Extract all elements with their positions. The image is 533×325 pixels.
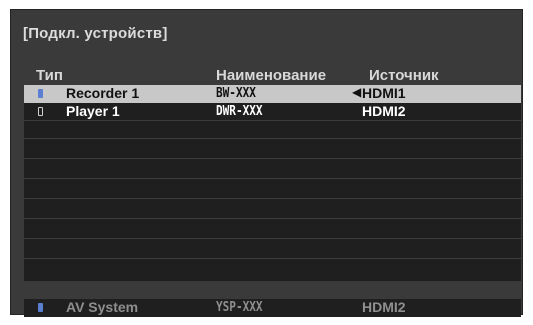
empty-row xyxy=(24,241,521,259)
device-model: YSP-XXX xyxy=(216,300,263,315)
device-model: DWR-XXX xyxy=(216,104,263,119)
empty-row xyxy=(24,201,521,219)
av-system-row: AV System YSP-XXX HDMI2 xyxy=(24,299,521,317)
device-row-player-1[interactable]: Player 1 DWR-XXX HDMI2 xyxy=(24,103,521,121)
device-name: AV System xyxy=(66,299,139,315)
column-type: Тип xyxy=(36,67,63,84)
device-source: HDMI1 xyxy=(362,85,406,101)
active-source-arrow-icon: ◀ xyxy=(352,85,362,99)
device-list: Recorder 1 BW-XXX ◀ HDMI1 Player 1 DWR-X… xyxy=(24,85,521,281)
empty-row xyxy=(24,261,521,279)
device-model: BW-XXX xyxy=(216,86,256,101)
empty-row xyxy=(24,181,521,199)
column-source: Источник xyxy=(369,67,439,84)
device-source: HDMI2 xyxy=(362,103,406,119)
empty-row xyxy=(24,141,521,159)
device-name: Player 1 xyxy=(66,103,120,119)
dialog-title: [Подкл. устройств] xyxy=(23,25,168,42)
player-icon xyxy=(38,107,43,116)
column-name: Наименование xyxy=(216,67,327,84)
empty-row xyxy=(24,121,521,139)
av-system-icon xyxy=(38,303,43,312)
connected-devices-dialog: [Подкл. устройств] Тип Наименование Исто… xyxy=(10,9,523,317)
empty-row xyxy=(24,161,521,179)
device-row-recorder-1[interactable]: Recorder 1 BW-XXX ◀ HDMI1 xyxy=(24,85,521,103)
device-name: Recorder 1 xyxy=(66,85,140,101)
empty-row xyxy=(24,221,521,239)
recorder-icon xyxy=(38,89,43,98)
device-source: HDMI2 xyxy=(362,299,406,315)
